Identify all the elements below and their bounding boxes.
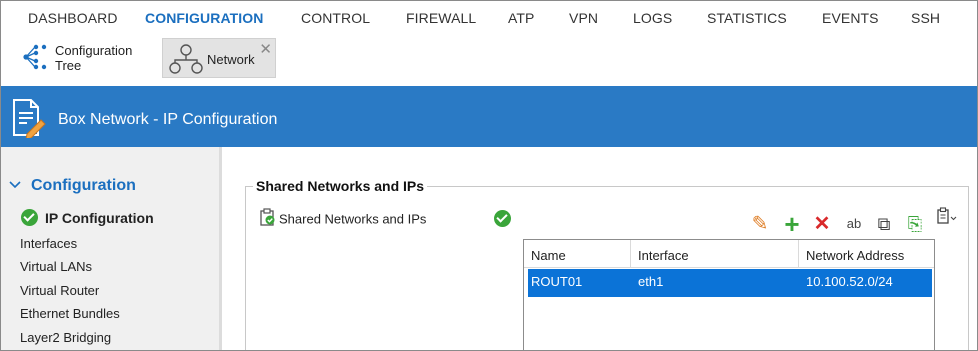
nav-events[interactable]: EVENTS [822,10,879,26]
tab-configuration-tree-label: Configuration Tree [55,43,132,73]
nav-logs[interactable]: LOGS [633,10,672,26]
group-title: Shared Networks and IPs [253,178,428,194]
tab-network-label: Network [207,52,255,67]
status-ok-icon [494,210,511,228]
edit-document-icon [11,98,49,141]
nav-atp[interactable]: ATP [508,10,535,26]
column-header-network-address[interactable]: Network Address [799,240,934,268]
cell-name: ROUT01 [531,274,583,289]
tab-strip: Configuration Tree Network ✕ [1,35,977,85]
cell-interface: eth1 [638,274,664,289]
sidebar-item-label: IP Configuration [45,210,154,226]
nav-configuration[interactable]: CONFIGURATION [145,10,263,26]
sidebar-item-layer2-bridging[interactable]: Layer2 Bridging [20,330,111,345]
sidebar-item-interfaces[interactable]: Interfaces [20,236,77,251]
shared-networks-row[interactable]: Shared Networks and IPs [259,208,427,229]
sidebar-item-ethernet-bundles[interactable]: Ethernet Bundles [20,306,120,321]
cell-network-address: 10.100.52.0/24 [806,274,893,289]
sidebar: Configuration IP Configuration Interface… [1,147,222,350]
page-header: Box Network - IP Configuration [1,86,977,147]
paste-icon[interactable]: ⎘ [904,213,926,235]
clipboard-menu-icon[interactable] [936,207,958,229]
chevron-down-icon [9,179,21,193]
nav-firewall[interactable]: FIREWALL [406,10,476,26]
network-topology-icon [169,43,203,78]
tab-configuration-tree[interactable]: Configuration Tree [15,38,150,78]
nav-vpn[interactable]: VPN [569,10,598,26]
main-content: Shared Networks and IPs Shared Networks … [225,147,977,350]
tab-network[interactable]: Network ✕ [162,38,276,78]
edit-icon[interactable]: ✎ [749,213,771,235]
top-navigation: DASHBOARD CONFIGURATION CONTROL FIREWALL… [1,1,977,35]
sidebar-section-label: Configuration [31,177,136,194]
page-title: Box Network - IP Configuration [58,111,278,128]
column-header-name[interactable]: Name [524,240,631,268]
clipboard-check-icon [259,208,276,229]
table-row[interactable]: ROUT01 eth1 10.100.52.0/24 [528,269,932,297]
application-window: DASHBOARD CONFIGURATION CONTROL FIREWALL… [0,0,978,351]
delete-icon[interactable]: ✕ [811,213,833,235]
sidebar-section-configuration[interactable]: Configuration [9,177,136,195]
sidebar-item-ip-configuration[interactable]: IP Configuration [21,209,154,227]
column-header-interface[interactable]: Interface [631,240,799,268]
nav-statistics[interactable]: STATISTICS [707,10,787,26]
sidebar-item-virtual-router[interactable]: Virtual Router [20,283,99,298]
nav-control[interactable]: CONTROL [301,10,370,26]
nav-dashboard[interactable]: DASHBOARD [28,10,118,26]
tab-label-line1: Configuration [55,43,133,58]
shared-networks-label: Shared Networks and IPs [279,211,427,227]
check-circle-icon [21,209,38,227]
close-tab-icon[interactable]: ✕ [259,40,272,58]
nav-ssh[interactable]: SSH [911,10,940,26]
table-header: Name Interface Network Address [524,240,934,268]
tab-label-line2: Tree [55,58,82,73]
add-icon[interactable]: + [781,211,803,237]
rename-icon[interactable]: ab [843,213,865,235]
sidebar-item-virtual-lans[interactable]: Virtual LANs [20,259,92,274]
copy-icon[interactable]: ⧉ [873,213,895,235]
networks-table: Name Interface Network Address ROUT01 et… [523,239,935,350]
tree-structure-icon [21,42,49,75]
